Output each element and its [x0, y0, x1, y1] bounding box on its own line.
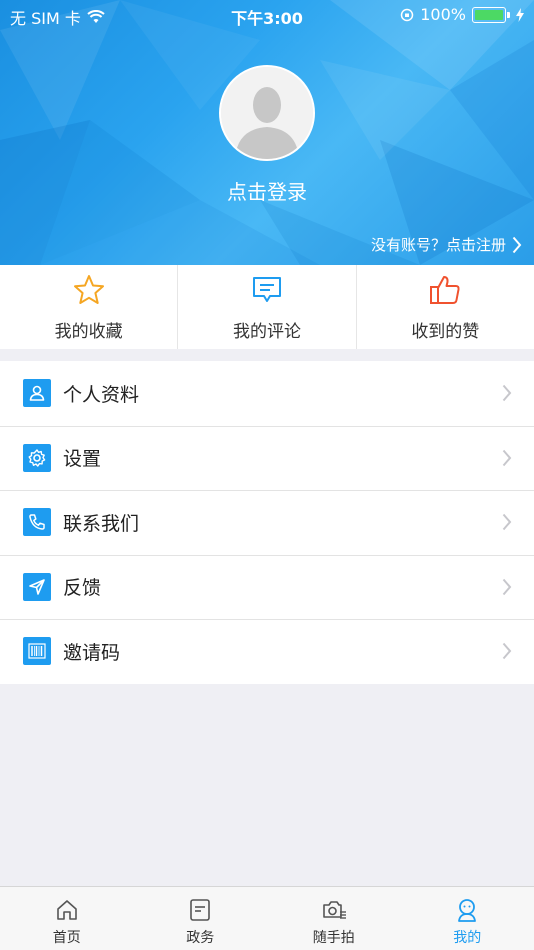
tab-snapshot[interactable]: 随手拍 [267, 887, 401, 950]
tab-label: 政务 [186, 930, 215, 946]
chevron-right-icon [502, 449, 512, 466]
document-icon [190, 899, 211, 921]
tab-bar: 首页 政务 随手拍 我的 [0, 886, 534, 950]
register-link[interactable]: 没有账号？点击注册 [371, 234, 522, 255]
menu-label: 联系我们 [63, 512, 140, 535]
received-likes-button[interactable]: 收到的赞 [357, 265, 534, 349]
profile-header: 无 SIM 卡 下午3:00 100% 点击登录 没有账号？点击注册 [0, 0, 534, 265]
tab-label: 首页 [52, 930, 81, 946]
send-icon [23, 572, 51, 601]
tab-mine[interactable]: 我的 [401, 887, 534, 950]
my-comments-button[interactable]: 我的评论 [178, 265, 357, 349]
menu-item-invite-code[interactable]: 邀请码 [0, 619, 534, 684]
person-icon [23, 379, 51, 408]
menu-label: 反馈 [63, 577, 102, 600]
avatar[interactable] [219, 65, 315, 161]
tab-label: 我的 [453, 930, 482, 946]
quick-actions: 我的收藏 我的评论 收到的赞 [0, 265, 534, 349]
gear-icon [23, 443, 51, 472]
profile-icon [458, 899, 477, 922]
thumbs-up-icon [430, 276, 460, 304]
phone-icon [23, 508, 51, 537]
chevron-right-icon [502, 643, 512, 660]
battery-percent: 100% [420, 5, 466, 24]
menu-label: 设置 [63, 448, 102, 471]
tab-home[interactable]: 首页 [0, 887, 134, 950]
star-icon [73, 275, 104, 304]
login-button[interactable]: 点击登录 [0, 176, 534, 205]
home-icon [56, 900, 77, 920]
battery-tip [507, 11, 510, 18]
menu-item-settings[interactable]: 设置 [0, 425, 534, 491]
tab-label: 随手拍 [312, 930, 355, 946]
rotation-lock-icon [401, 8, 414, 21]
battery-icon [472, 6, 506, 23]
chevron-right-icon [502, 578, 512, 595]
chevron-right-icon [512, 236, 522, 253]
menu-label: 邀请码 [63, 641, 121, 664]
menu-item-feedback[interactable]: 反馈 [0, 554, 534, 620]
chevron-right-icon [502, 514, 512, 531]
likes-label: 收到的赞 [411, 322, 480, 342]
chevron-right-icon [502, 385, 512, 402]
comments-label: 我的评论 [232, 322, 301, 342]
tab-government[interactable]: 政务 [134, 887, 268, 950]
settings-menu: 个人资料 设置 联系我们 反馈 邀请码 [0, 361, 534, 684]
charging-icon [516, 7, 524, 22]
register-label: 没有账号？点击注册 [370, 236, 506, 254]
my-favorites-button[interactable]: 我的收藏 [0, 265, 179, 349]
menu-label: 个人资料 [63, 383, 140, 406]
menu-item-contact-us[interactable]: 联系我们 [0, 490, 534, 555]
menu-item-profile[interactable]: 个人资料 [0, 361, 534, 426]
barcode-icon [23, 637, 51, 666]
favorites-label: 我的收藏 [54, 322, 123, 342]
default-avatar-icon [221, 67, 313, 159]
status-bar: 无 SIM 卡 下午3:00 100% [0, 0, 534, 30]
comment-icon [252, 277, 281, 302]
camera-icon [322, 901, 346, 919]
